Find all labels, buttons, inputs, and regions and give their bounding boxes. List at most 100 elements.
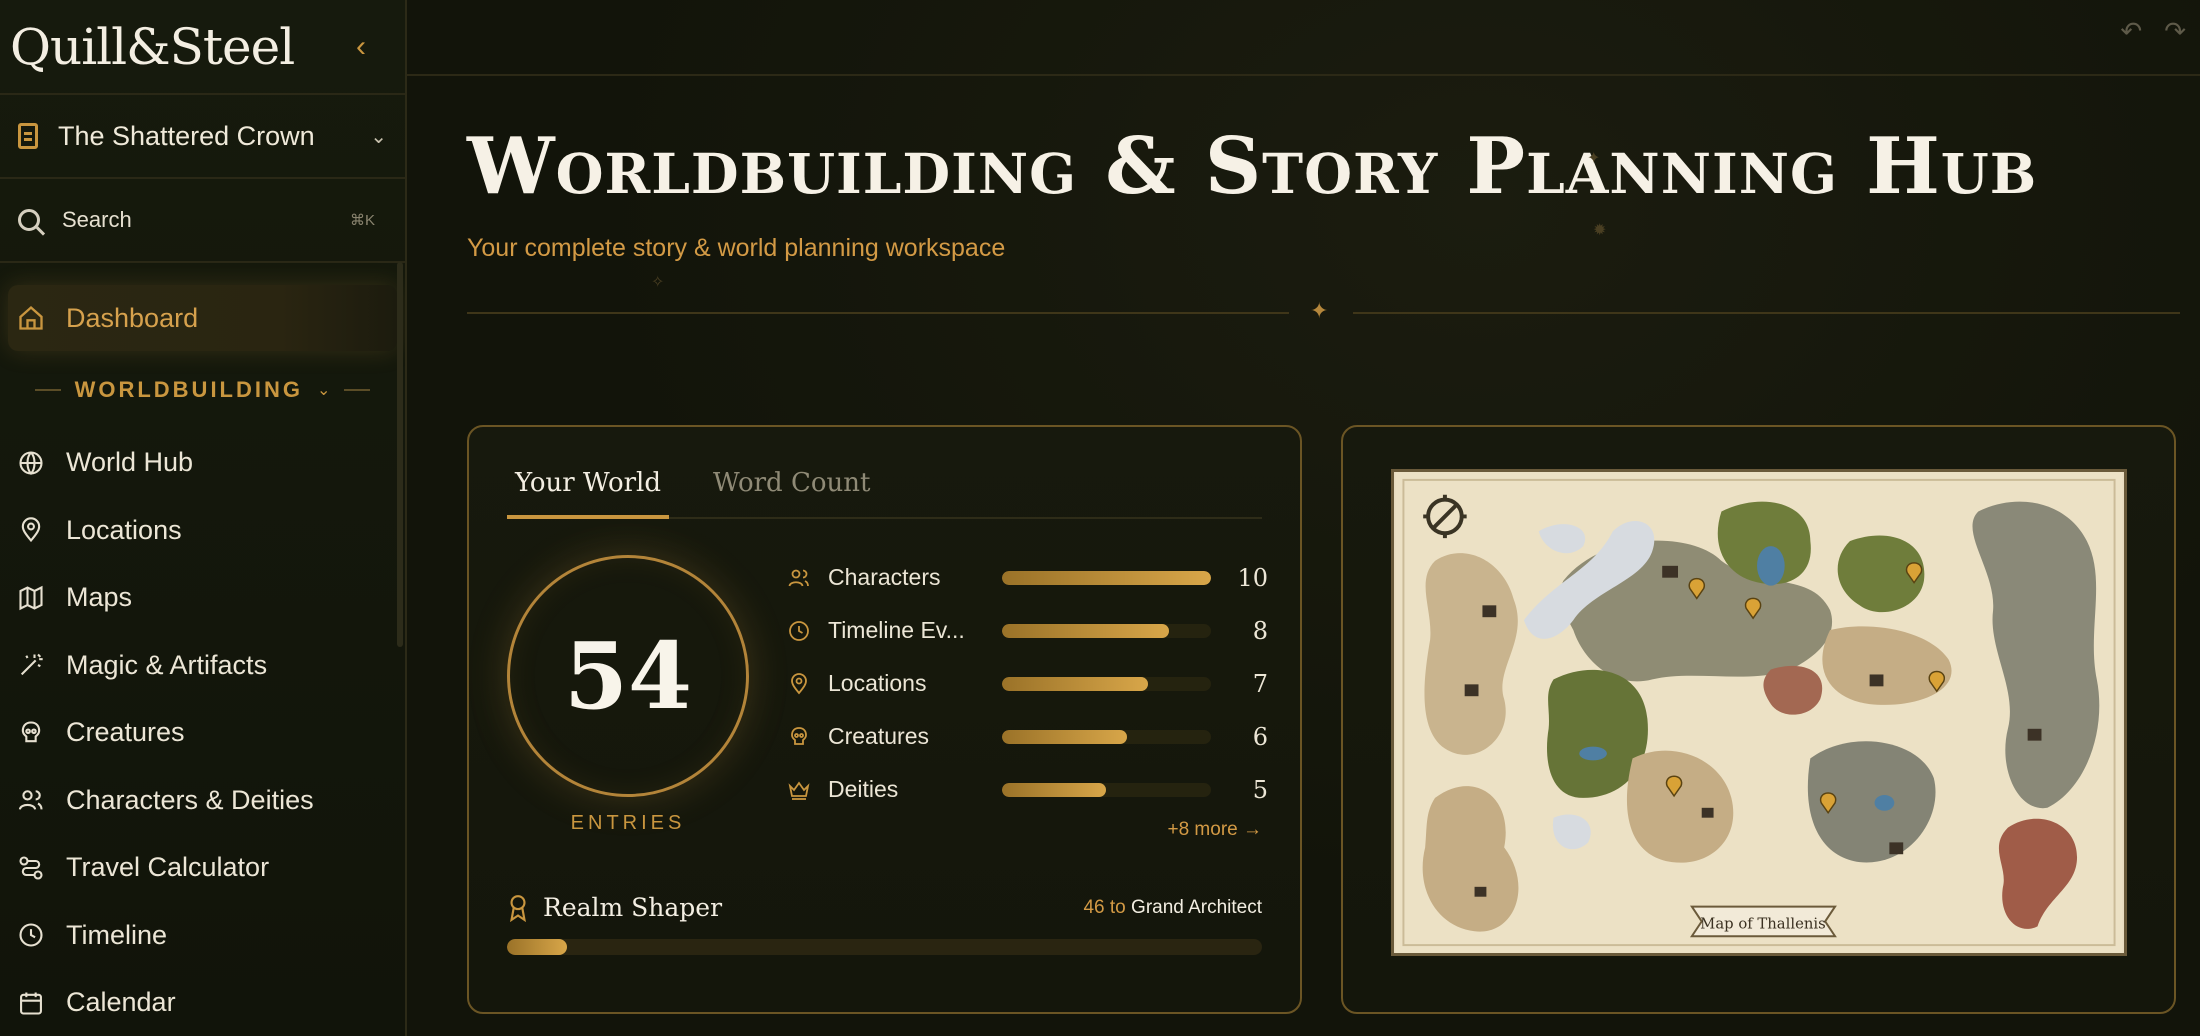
brand-row: Quill&Steel ‹ (0, 0, 405, 95)
stat-name: Creatures (828, 723, 929, 749)
world-summary-panel: Your World Word Count 54 ENTRIES Charact… (467, 425, 1302, 1014)
rank-progress-bar (507, 939, 1262, 955)
entries-ring: 54 (507, 555, 749, 797)
collapse-sidebar-button[interactable]: ‹ (343, 30, 379, 64)
entries-label: ENTRIES (570, 812, 686, 834)
sidebar: Quill&Steel ‹ The Shattered Crown ⌄ Sear… (0, 0, 407, 1036)
stat-bar (1001, 676, 1211, 691)
rank-next-title: Grand Architect (1131, 896, 1262, 918)
sidebar-item-locations[interactable]: Locations (0, 497, 405, 565)
main-content: ↶ ↷ ✦ ✧ ✹ Worldbuilding & Story Planning… (407, 0, 2200, 1036)
topbar: ↶ ↷ (407, 0, 2200, 76)
sidebar-nav: Dashboard WORLDBUILDING ⌄ World Hub Loca… (0, 263, 405, 1036)
search-icon (18, 209, 40, 231)
sparkle-icon: ✹ (1593, 222, 1607, 239)
stat-bar-fill (1001, 676, 1149, 691)
page-title: Worldbuilding & Story Planning Hub (467, 121, 2038, 212)
map-pin-icon (784, 669, 814, 699)
stat-row-deities[interactable]: Deities 5 (784, 763, 1268, 816)
stat-bar (1001, 570, 1211, 585)
undo-button[interactable]: ↶ (2120, 16, 2142, 47)
search-input[interactable]: Search ⌘K (0, 179, 405, 263)
stat-name: Deities (828, 776, 899, 802)
app-root: Quill&Steel ‹ The Shattered Crown ⌄ Sear… (0, 0, 2200, 1036)
sparkle-icon: ✦ (1587, 150, 1601, 167)
stat-bar-fill (1001, 782, 1107, 797)
sidebar-item-label: Dashboard (66, 302, 199, 333)
calendar-icon (16, 988, 46, 1018)
sidebar-item-label: Creatures (66, 717, 185, 748)
stat-bar-fill (1001, 623, 1169, 638)
sidebar-item-label: Travel Calculator (66, 852, 270, 883)
section-title: WORLDBUILDING (74, 377, 303, 402)
stat-row-timeline-events[interactable]: Timeline Ev... 8 (784, 604, 1268, 657)
redo-button[interactable]: ↷ (2164, 16, 2186, 47)
tab-word-count[interactable]: Word Count (705, 463, 878, 519)
sidebar-item-label: Calendar (66, 987, 176, 1018)
sidebar-item-label: Characters & Deities (66, 784, 314, 815)
stat-name: Locations (828, 670, 927, 696)
map-icon (16, 583, 46, 613)
crown-icon (784, 775, 814, 805)
sidebar-item-creatures[interactable]: Creatures (0, 699, 405, 767)
stat-bar (1001, 623, 1211, 638)
users-icon (16, 785, 46, 815)
clock-icon (16, 920, 46, 950)
project-selector[interactable]: The Shattered Crown ⌄ (0, 95, 405, 179)
rank-remaining: 46 (1083, 896, 1105, 918)
rank-next: 46 to Grand Architect (1083, 897, 1262, 919)
star-icon: ✦ (1310, 298, 1329, 323)
page-header: Worldbuilding & Story Planning Hub Your … (407, 76, 2200, 263)
home-icon (16, 303, 46, 333)
stat-row-creatures[interactable]: Creatures 6 (784, 710, 1268, 763)
users-icon (784, 563, 814, 593)
stat-bar-fill (1001, 729, 1128, 744)
stat-name: Timeline Ev... (828, 617, 965, 643)
stat-count: 8 (1252, 616, 1268, 645)
ornamental-divider: ✦ (467, 298, 2180, 323)
world-map-panel: Map of Thallenis (1341, 425, 2176, 1014)
rank-progress-fill (507, 939, 568, 955)
section-rule (344, 389, 371, 391)
more-entries-link[interactable]: +8 more → (1167, 819, 1262, 841)
stat-count: 10 (1237, 563, 1268, 592)
page-subtitle: Your complete story & world planning wor… (467, 234, 1006, 262)
medal-icon (510, 894, 526, 922)
world-map-image[interactable]: Map of Thallenis (1391, 469, 2127, 956)
stat-count: 6 (1252, 722, 1268, 751)
route-icon (16, 853, 46, 883)
sidebar-item-magic-artifacts[interactable]: Magic & Artifacts (0, 632, 405, 700)
skull-icon (784, 722, 814, 752)
chevron-down-icon: ⌄ (317, 382, 331, 399)
undo-redo-group: ↶ ↷ (2120, 16, 2186, 47)
section-worldbuilding[interactable]: WORLDBUILDING ⌄ (0, 351, 405, 429)
tab-your-world[interactable]: Your World (507, 463, 669, 519)
project-name: The Shattered Crown (58, 120, 315, 151)
stat-row-locations[interactable]: Locations 7 (784, 657, 1268, 710)
map-pin-icon (16, 515, 46, 545)
sidebar-item-calendar[interactable]: Calendar (0, 969, 405, 1036)
entry-stats: Characters 10 Timeline Ev... 8 Locations… (784, 551, 1268, 816)
stat-name: Characters (828, 564, 941, 590)
sidebar-item-dashboard[interactable]: Dashboard (8, 285, 397, 351)
sidebar-item-label: Locations (66, 514, 182, 545)
book-icon (18, 123, 38, 149)
world-tabs: Your World Word Count (507, 463, 1262, 519)
stat-row-characters[interactable]: Characters 10 (784, 551, 1268, 604)
stat-count: 7 (1252, 669, 1268, 698)
sidebar-item-label: Timeline (66, 919, 168, 950)
search-label: Search (62, 207, 132, 232)
sidebar-item-maps[interactable]: Maps (0, 564, 405, 632)
clock-icon (784, 616, 814, 646)
entries-total: 54 (563, 622, 693, 730)
sidebar-scrollbar[interactable] (397, 262, 403, 647)
sidebar-item-characters-deities[interactable]: Characters & Deities (0, 767, 405, 835)
sidebar-item-world-hub[interactable]: World Hub (0, 429, 405, 497)
sidebar-item-travel-calculator[interactable]: Travel Calculator (0, 834, 405, 902)
skull-icon (16, 718, 46, 748)
sidebar-item-label: Magic & Artifacts (66, 649, 268, 680)
fantasy-map-illustration: Map of Thallenis (1395, 472, 2123, 953)
globe-icon (16, 448, 46, 478)
sidebar-item-timeline[interactable]: Timeline (0, 902, 405, 970)
stat-bar (1001, 782, 1211, 797)
